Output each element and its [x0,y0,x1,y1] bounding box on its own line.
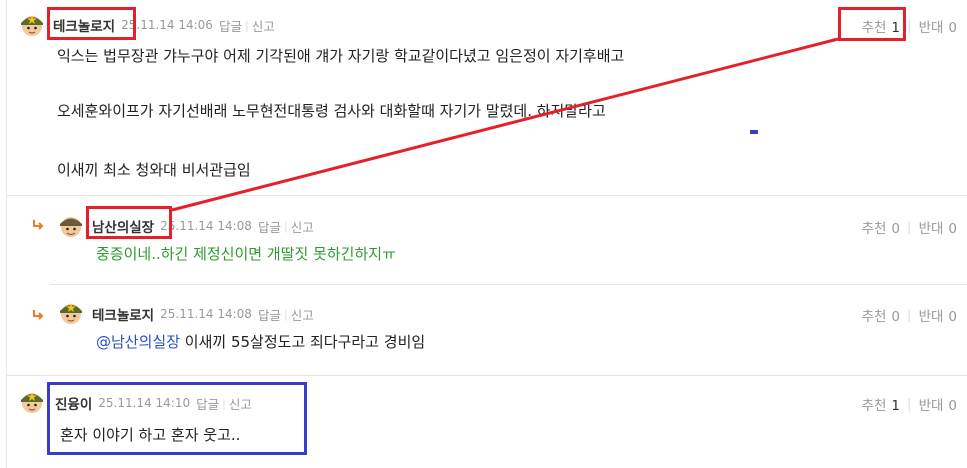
annotation-connector-line [171,37,839,212]
annotation-blue-mark [750,130,758,134]
annotation-overlay [171,37,839,212]
